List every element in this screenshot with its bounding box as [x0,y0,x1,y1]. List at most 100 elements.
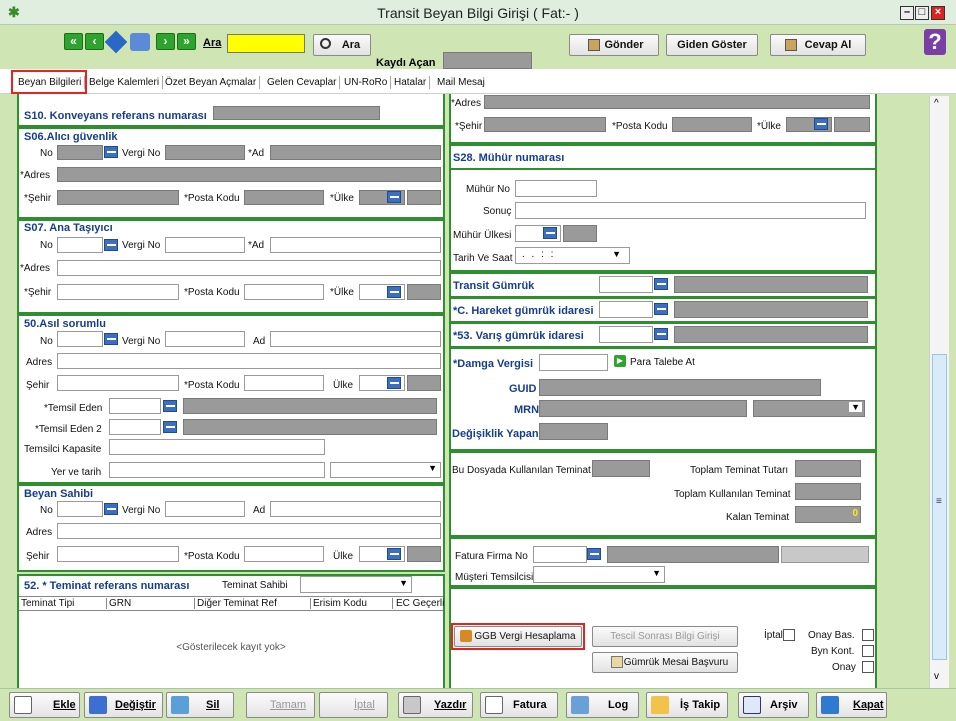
last-record-icon[interactable]: » [177,33,196,50]
vertical-scrollbar[interactable]: ^ ≡ v [929,96,949,688]
ekle-button[interactable]: Ekle [9,692,80,718]
iptal-button[interactable]: İptal [319,692,388,718]
s06-ulke-lookup-icon[interactable] [387,191,401,203]
s07-ad-input[interactable] [270,237,441,253]
s50-temsil-lookup-icon[interactable] [163,400,177,412]
s50-adres-input[interactable] [57,353,441,369]
scroll-down-icon[interactable]: v [934,671,939,682]
tab-label-beyan[interactable]: Beyan Bilgileri [15,76,86,89]
col-diger-ref[interactable]: Diğer Teminat Ref [197,598,311,609]
fatura-firma-lookup-icon[interactable] [587,548,601,560]
is-takip-button[interactable]: İş Takip [646,692,728,718]
s50-posta-input[interactable] [244,375,324,391]
mrn-dropdown[interactable]: ▼ [753,400,865,417]
musteri-dropdown[interactable]: ▼ [533,566,665,583]
fatura-firma-input[interactable] [533,546,587,563]
tab-belge-kalemleri[interactable]: Belge Kalemleri [86,76,164,89]
varis-input[interactable] [599,326,653,343]
s50-ad-input[interactable] [270,331,441,347]
tab-un-roro[interactable]: UN-RoRo [341,76,392,89]
kapat-button[interactable]: Kapat [816,692,887,718]
help-icon[interactable]: ? [924,29,946,55]
s07-posta-input[interactable] [244,284,324,300]
beyan-no-input[interactable] [57,501,103,517]
muhur-no-input[interactable] [515,180,597,197]
search-button[interactable]: Ara [313,34,371,56]
arrow-right-icon[interactable]: ▶ [614,355,626,367]
muhur-ulkesi-lookup-icon[interactable] [543,227,557,239]
s06-no-lookup-icon[interactable] [104,146,118,158]
sonuc-input[interactable] [515,202,866,219]
s07-no-input[interactable] [57,237,103,253]
degistir-button[interactable]: Değiştir [84,692,163,718]
tarih-input[interactable]: . . : : ▼ [515,247,630,264]
hareket-input[interactable] [599,301,653,318]
info-icon[interactable] [104,30,128,54]
damga-input[interactable] [539,354,608,371]
tab-hatalar[interactable]: Hatalar [391,76,431,89]
beyan-vergi-input[interactable] [165,501,245,517]
yazdir-button[interactable]: Yazdır [398,692,473,718]
s50-yer-input[interactable] [109,462,325,478]
scroll-thumb[interactable] [932,354,947,660]
tescil-sonrasi-button[interactable]: Tescil Sonrası Bilgi Girişi [592,626,738,647]
maximize-button[interactable]: □ [915,6,929,20]
arsiv-button[interactable]: Arşiv [738,692,809,718]
s50-temsil2-input[interactable] [109,419,161,435]
s07-vergi-input[interactable] [165,237,245,253]
transit-lookup-icon[interactable] [654,278,668,290]
first-record-icon[interactable]: « [64,33,83,50]
log-button[interactable]: Log [566,692,639,718]
close-button[interactable]: × [931,6,945,20]
minimize-button[interactable]: – [900,6,914,20]
s50-temsil-input[interactable] [109,398,161,414]
giden-goster-button[interactable]: Giden Göster [666,34,758,56]
beyan-posta-input[interactable] [244,546,324,562]
s07-no-lookup-icon[interactable] [104,239,118,251]
s50-no-lookup-icon[interactable] [104,333,118,345]
s07-adres-input[interactable] [57,260,441,276]
s07-ulke-lookup-icon[interactable] [387,286,401,298]
para-talebe-link[interactable]: Para Talebe At [630,357,695,368]
tab-mail-mesaj[interactable]: Mail Mesaj [434,76,488,89]
beyan-ad-input[interactable] [270,501,441,517]
tab-gelen-cevaplar[interactable]: Gelen Cevaplar [264,76,341,89]
fatura-button[interactable]: Fatura [480,692,558,718]
s50-no-input[interactable] [57,331,103,347]
tab-ozet-beyan[interactable]: Özet Beyan Açmalar [162,76,261,89]
s50-ulke-lookup-icon[interactable] [387,377,401,389]
cevap-al-button[interactable]: Cevap Al [770,34,866,56]
s50-vergi-input[interactable] [165,331,245,347]
col-grn[interactable]: GRN [109,598,195,609]
s50-temsil2-lookup-icon[interactable] [163,421,177,433]
network-icon[interactable] [130,33,150,51]
byn-kont-checkbox[interactable] [862,645,874,657]
onay-bas-checkbox[interactable] [862,629,874,641]
r-ulke-lookup-icon[interactable] [814,118,828,130]
tamam-button[interactable]: Tamam [246,692,315,718]
beyan-ulke-lookup-icon[interactable] [387,548,401,560]
col-teminat-tipi[interactable]: Teminat Tipi [21,598,107,609]
sil-button[interactable]: Sil [166,692,234,718]
s50-sehir-input[interactable] [57,375,179,391]
col-erisim-kodu[interactable]: Erisim Kodu [313,598,393,609]
s07-sehir-input[interactable] [57,284,179,300]
col-ec-gecerli[interactable]: EC Geçerli [396,598,444,609]
scroll-up-icon[interactable]: ^ [934,98,939,109]
ggb-vergi-button[interactable]: GGB Vergi Hesaplama [454,626,582,647]
gonder-button[interactable]: Gönder [569,34,659,56]
s52-sahibi-dropdown[interactable]: ▼ [300,576,412,593]
hareket-lookup-icon[interactable] [654,303,668,315]
iptal-checkbox[interactable] [783,629,795,641]
beyan-adres-input[interactable] [57,523,441,539]
next-record-icon[interactable]: › [156,33,175,50]
search-input[interactable] [227,34,305,53]
transit-input[interactable] [599,276,653,293]
s50-kapasite-input[interactable] [109,439,325,455]
varis-lookup-icon[interactable] [654,328,668,340]
onay-checkbox[interactable] [862,661,874,673]
beyan-sehir-input[interactable] [57,546,179,562]
beyan-no-lookup-icon[interactable] [104,503,118,515]
gumruk-mesai-button[interactable]: Gümrük Mesai Başvuru [592,652,738,673]
s50-yer-dropdown[interactable]: ▼ [330,462,441,478]
